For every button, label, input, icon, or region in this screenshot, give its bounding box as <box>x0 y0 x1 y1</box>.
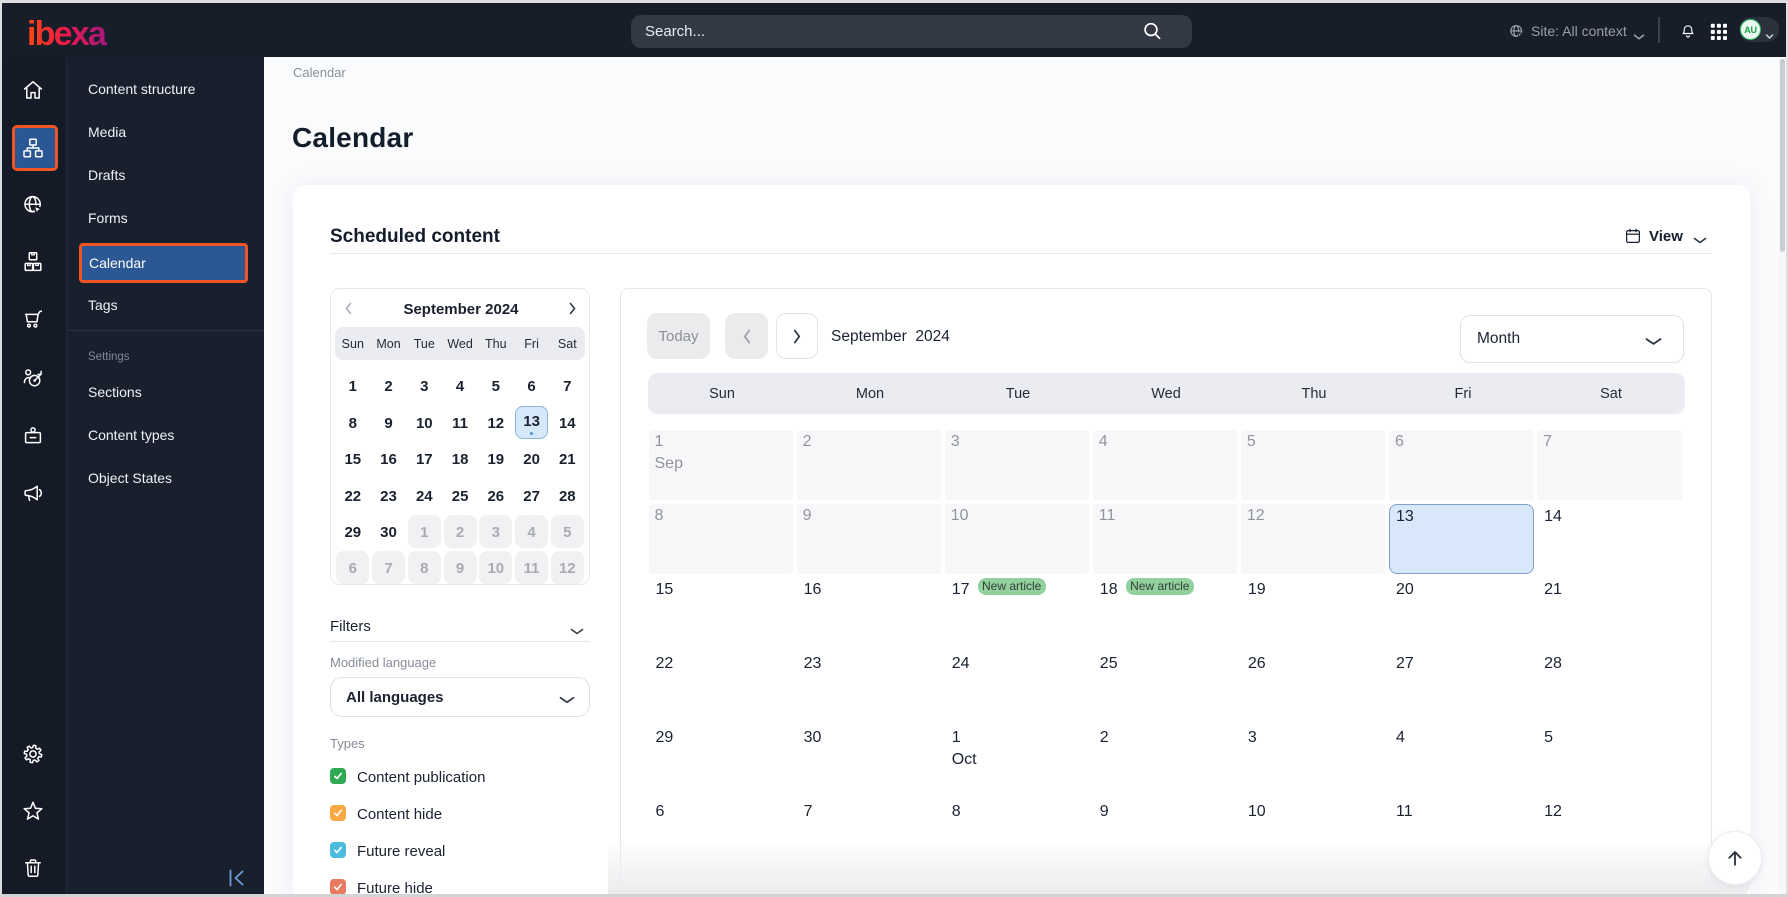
svg-text:ibexa: ibexa <box>27 15 108 52</box>
